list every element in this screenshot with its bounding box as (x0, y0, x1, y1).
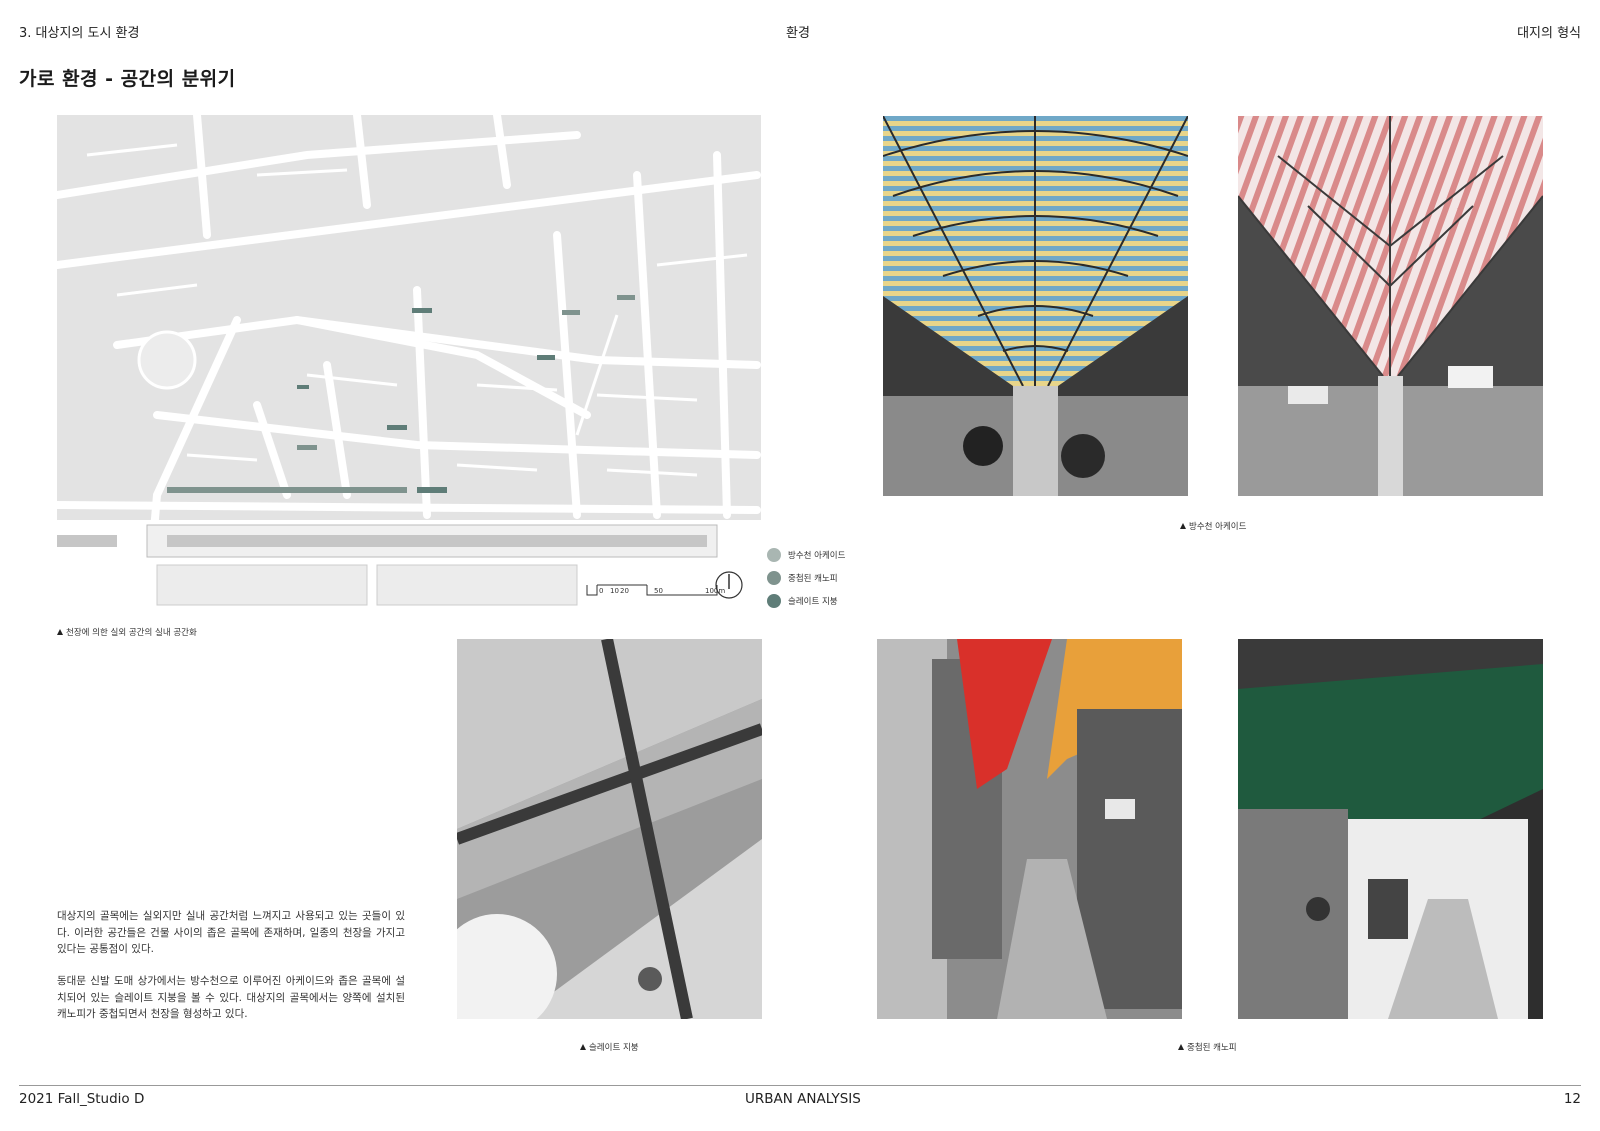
photo-slate-roof (457, 639, 762, 1019)
photo-arcade-red (1238, 116, 1543, 496)
site-map (57, 115, 761, 613)
map-legend: 방수천 아케이드 중첩된 캐노피 슬레이트 지붕 (767, 548, 845, 608)
slate-caption-text: 슬레이트 지붕 (589, 1043, 639, 1053)
photo-arcade-blue (883, 116, 1188, 496)
arcade-caption: 방수천 아케이드 (1180, 520, 1246, 532)
footer-left: 2021 Fall_Studio D (19, 1091, 145, 1107)
body-paragraph-2: 동대문 신발 도매 상가에서는 방수천으로 이루어진 아케이드와 좁은 골목에 … (57, 975, 405, 1020)
photo-canopy-red (877, 639, 1182, 1019)
legend-label: 중첩된 캐노피 (788, 574, 838, 584)
slate-caption: 슬레이트 지붕 (580, 1041, 639, 1053)
caption-marker-icon (580, 1044, 586, 1050)
scale-label-20: 20 (620, 587, 629, 595)
legend-label: 방수천 아케이드 (788, 551, 846, 561)
legend-swatch (767, 571, 781, 585)
page-number: 12 (1563, 1091, 1581, 1107)
map-caption-text: 천장에 의한 실외 공간의 실내 공간화 (66, 628, 197, 638)
map-caption: 천장에 의한 실외 공간의 실내 공간화 (57, 626, 197, 638)
caption-marker-icon (1180, 523, 1186, 529)
legend-swatch (767, 548, 781, 562)
header-center: 환경 (786, 26, 810, 41)
legend-item: 중첩된 캐노피 (767, 571, 845, 585)
header-section: 3. 대상지의 도시 환경 (19, 26, 140, 41)
caption-marker-icon (1178, 1044, 1184, 1050)
header-right: 대지의 형식 (1517, 26, 1581, 41)
scale-label-50: 50 (654, 587, 663, 595)
scale-label-10: 10 (610, 587, 619, 595)
legend-item: 방수천 아케이드 (767, 548, 845, 562)
footer-divider (19, 1085, 1581, 1086)
caption-marker-icon (57, 629, 63, 635)
legend-label: 슬레이트 지붕 (788, 597, 838, 607)
canopy-caption-text: 중첩된 캐노피 (1187, 1043, 1237, 1053)
canopy-caption: 중첩된 캐노피 (1178, 1041, 1237, 1053)
arcade-caption-text: 방수천 아케이드 (1189, 522, 1247, 532)
legend-swatch (767, 594, 781, 608)
photo-canopy-green (1238, 639, 1543, 1019)
body-paragraph-1: 대상지의 골목에는 실외지만 실내 공간처럼 느껴지고 사용되고 있는 곳들이 … (57, 910, 405, 955)
scale-label-100: 100m (705, 587, 726, 595)
scale-label-0: 0 (599, 587, 604, 595)
legend-item: 슬레이트 지붕 (767, 594, 845, 608)
page-title: 가로 환경 - 공간의 분위기 (19, 68, 236, 90)
footer-center: URBAN ANALYSIS (745, 1091, 861, 1107)
